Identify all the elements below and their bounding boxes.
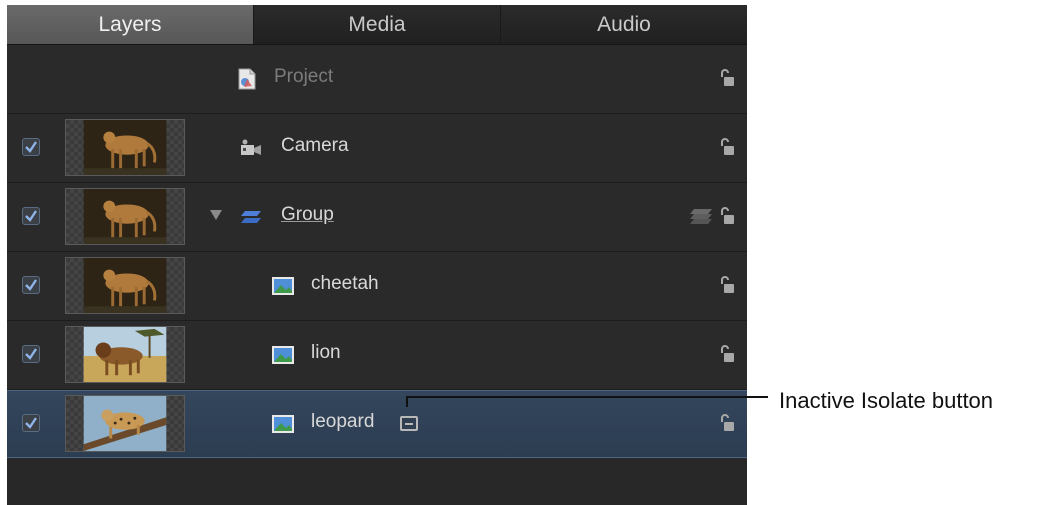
lock-icon[interactable] xyxy=(719,136,735,158)
image-icon xyxy=(271,274,295,298)
layer-row-project[interactable]: Project xyxy=(7,45,747,114)
layer-name: Project xyxy=(274,66,334,87)
layer-name: Group xyxy=(281,204,334,225)
layers-stack-icon[interactable] xyxy=(689,208,713,224)
layer-name: cheetah xyxy=(311,273,379,294)
camera-icon xyxy=(239,136,263,160)
thumbnail-leopard xyxy=(65,395,185,452)
image-icon xyxy=(271,343,295,367)
tab-layers[interactable]: Layers xyxy=(7,5,254,44)
isolate-button[interactable] xyxy=(400,416,418,431)
layer-name: Camera xyxy=(281,135,349,156)
layer-row-group[interactable]: Group xyxy=(7,183,747,252)
visibility-checkbox[interactable] xyxy=(22,207,40,225)
thumbnail-lion xyxy=(65,326,185,383)
visibility-checkbox[interactable] xyxy=(22,345,40,363)
visibility-checkbox[interactable] xyxy=(22,276,40,294)
visibility-checkbox[interactable] xyxy=(22,138,40,156)
lock-icon[interactable] xyxy=(719,205,735,227)
disclosure-triangle-icon[interactable] xyxy=(210,210,222,220)
callout-leader-line xyxy=(406,396,768,407)
image-icon xyxy=(271,412,295,436)
tab-bar: Layers Media Audio xyxy=(7,5,747,45)
lock-icon[interactable] xyxy=(719,343,735,365)
tab-audio[interactable]: Audio xyxy=(501,5,747,44)
lock-icon[interactable] xyxy=(719,67,735,89)
group-icon xyxy=(239,205,263,229)
layer-row-lion[interactable]: lion xyxy=(7,321,747,390)
layers-panel: Layers Media Audio Project Camera Group … xyxy=(7,5,747,505)
tab-media[interactable]: Media xyxy=(254,5,501,44)
lock-icon[interactable] xyxy=(719,274,735,296)
layer-name: lion xyxy=(311,342,341,363)
layer-row-cheetah[interactable]: cheetah xyxy=(7,252,747,321)
project-icon xyxy=(235,67,259,91)
layer-row-camera[interactable]: Camera xyxy=(7,114,747,183)
thumbnail-cheetah xyxy=(65,257,185,314)
callout-label: Inactive Isolate button xyxy=(779,388,994,413)
thumbnail-cheetah xyxy=(65,119,185,176)
lock-icon[interactable] xyxy=(719,412,735,434)
thumbnail-cheetah xyxy=(65,188,185,245)
visibility-checkbox[interactable] xyxy=(22,414,40,432)
layer-name: leopard xyxy=(311,411,375,432)
